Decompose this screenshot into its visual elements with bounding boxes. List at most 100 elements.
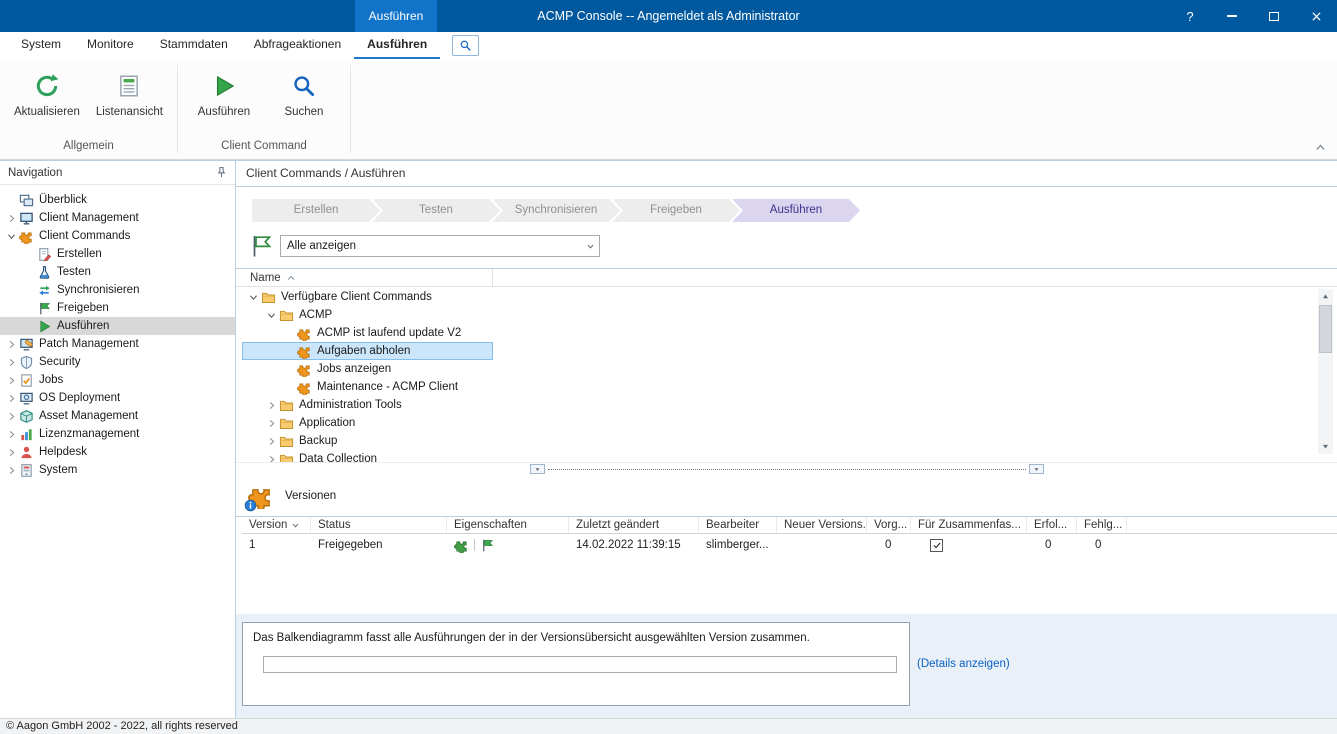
menu-search-button[interactable] — [452, 35, 479, 56]
chevron-right-icon[interactable] — [4, 463, 19, 478]
pin-icon[interactable] — [215, 166, 228, 179]
tree-row-jobs-anzeigen[interactable]: Jobs anzeigen — [242, 360, 493, 378]
folder-icon — [279, 308, 294, 323]
overview-icon — [19, 193, 34, 208]
chevron-right-icon[interactable] — [4, 211, 19, 226]
ribbon-button-listenansicht[interactable]: Listenansicht — [90, 71, 169, 120]
test-icon — [37, 265, 52, 280]
chevron-right-icon[interactable] — [4, 337, 19, 352]
menu-item-monitore[interactable]: Monitore — [74, 32, 147, 59]
versions-column-eigenschaften[interactable]: Eigenschaften — [447, 517, 569, 534]
versions-column-neuer-versions[interactable]: Neuer Versions... — [777, 517, 867, 534]
tree-row-acmp-ist-laufend-update-v2[interactable]: ACMP ist laufend update V2 — [242, 324, 493, 342]
versions-row[interactable]: 1Freigegeben14.02.2022 11:39:15slimberge… — [242, 534, 1337, 556]
expander-placeholder — [22, 301, 37, 316]
scrollbar-thumb[interactable] — [1319, 305, 1332, 353]
step-ausführen[interactable]: Ausführen — [732, 199, 860, 222]
chevron-right-icon[interactable] — [264, 434, 279, 449]
menu-item-stammdaten[interactable]: Stammdaten — [147, 32, 241, 59]
help-button[interactable]: ? — [1169, 0, 1211, 32]
menu-item-system[interactable]: System — [8, 32, 74, 59]
tree-row-backup[interactable]: Backup — [242, 432, 493, 450]
chevron-right-icon[interactable] — [4, 427, 19, 442]
step-freigeben[interactable]: Freigeben — [612, 199, 740, 222]
chevron-right-icon[interactable] — [264, 452, 279, 464]
tree-scrollbar[interactable] — [1318, 289, 1333, 454]
ribbon-button-ausführen[interactable]: Ausführen — [186, 71, 262, 120]
sidebar-item-label: Lizenzmanagement — [39, 428, 139, 440]
chevron-right-icon[interactable] — [4, 391, 19, 406]
scroll-down-button[interactable] — [1318, 439, 1333, 454]
menu-item-abfrageaktionen[interactable]: Abfrageaktionen — [241, 32, 354, 59]
versions-column-erfol[interactable]: Erfol... — [1027, 517, 1077, 534]
chevron-right-icon[interactable] — [264, 398, 279, 413]
chevron-right-icon[interactable] — [4, 373, 19, 388]
sidebar-item-client-commands[interactable]: Client Commands — [0, 227, 235, 245]
splitter-collapse-left-button[interactable] — [530, 464, 545, 474]
versions-column-version[interactable]: Version — [242, 517, 311, 534]
versions-column-bearbeiter[interactable]: Bearbeiter — [699, 517, 777, 534]
scroll-up-button[interactable] — [1318, 289, 1333, 304]
versions-column-vorg[interactable]: Vorg... — [867, 517, 911, 534]
expander-placeholder — [282, 344, 297, 359]
sidebar-item-helpdesk[interactable]: Helpdesk — [0, 443, 235, 461]
chevron-right-icon[interactable] — [4, 409, 19, 424]
sidebar-item-os-deployment[interactable]: OS Deployment — [0, 389, 235, 407]
chevron-down-icon[interactable] — [4, 229, 19, 244]
close-button[interactable] — [1295, 0, 1337, 32]
details-link[interactable]: (Details anzeigen) — [917, 658, 1010, 670]
sidebar-list: ÜberblickClient ManagementClient Command… — [0, 185, 235, 479]
sidebar-item-client-management[interactable]: Client Management — [0, 209, 235, 227]
tree-row-verfügbare-client-commands[interactable]: Verfügbare Client Commands — [242, 288, 493, 306]
sidebar-item-security[interactable]: Security — [0, 353, 235, 371]
minimize-button[interactable] — [1211, 0, 1253, 32]
sidebar-item-lizenzmanagement[interactable]: Lizenzmanagement — [0, 425, 235, 443]
sidebar-item-synchronisieren[interactable]: Synchronisieren — [0, 281, 235, 299]
versions-column-status[interactable]: Status — [311, 517, 447, 534]
step-testen[interactable]: Testen — [372, 199, 500, 222]
sidebar-item-system[interactable]: System — [0, 461, 235, 479]
tree-row-application[interactable]: Application — [242, 414, 493, 432]
client-management-icon — [19, 211, 34, 226]
sidebar-item-ausführen[interactable]: Ausführen — [0, 317, 235, 335]
puzzle-icon — [297, 344, 312, 359]
zusammenfassung-checkbox[interactable] — [930, 539, 943, 552]
ribbon-button-suchen[interactable]: Suchen — [266, 71, 342, 120]
step-synchronisieren[interactable]: Synchronisieren — [492, 199, 620, 222]
tree-row-administration-tools[interactable]: Administration Tools — [242, 396, 493, 414]
versions-column-fehlg[interactable]: Fehlg... — [1077, 517, 1127, 534]
titlebar-active-tab[interactable]: Ausführen — [355, 0, 437, 32]
sidebar-item-asset-management[interactable]: Asset Management — [0, 407, 235, 425]
versions-column-für-zusammenfas[interactable]: Für Zusammenfas... — [911, 517, 1027, 534]
splitter[interactable] — [236, 463, 1337, 475]
versions-section-header: Versionen — [236, 475, 1337, 517]
sidebar-item-patch-management[interactable]: Patch Management — [0, 335, 235, 353]
tree-row-aufgaben-abholen[interactable]: Aufgaben abholen — [242, 342, 493, 360]
filter-dropdown[interactable]: Alle anzeigen — [280, 235, 600, 257]
sidebar-item-überblick[interactable]: Überblick — [0, 191, 235, 209]
tree-column-name[interactable]: Name — [242, 269, 493, 286]
tree-row-maintenance-acmp-client[interactable]: Maintenance - ACMP Client — [242, 378, 493, 396]
chevron-right-icon[interactable] — [264, 416, 279, 431]
chevron-right-icon[interactable] — [4, 355, 19, 370]
splitter-collapse-right-button[interactable] — [1029, 464, 1044, 474]
main-area: Navigation ÜberblickClient ManagementCli… — [0, 160, 1337, 718]
sidebar-item-testen[interactable]: Testen — [0, 263, 235, 281]
dropdown-arrow[interactable] — [581, 236, 599, 256]
chevron-down-icon[interactable] — [246, 290, 261, 305]
sidebar-item-freigeben[interactable]: Freigeben — [0, 299, 235, 317]
expander-placeholder — [22, 247, 37, 262]
sidebar-item-jobs[interactable]: Jobs — [0, 371, 235, 389]
step-erstellen[interactable]: Erstellen — [252, 199, 380, 222]
tree-row-acmp[interactable]: ACMP — [242, 306, 493, 324]
menu-item-ausführen[interactable]: Ausführen — [354, 32, 440, 59]
tree-row-data-collection[interactable]: Data Collection — [242, 450, 493, 463]
chevron-down-icon[interactable] — [264, 308, 279, 323]
versions-column-zuletzt-geändert[interactable]: Zuletzt geändert — [569, 517, 699, 534]
maximize-button[interactable] — [1253, 0, 1295, 32]
workflow-steps: ErstellenTestenSynchronisierenFreigebenA… — [236, 187, 1337, 230]
chevron-right-icon[interactable] — [4, 445, 19, 460]
ribbon-collapse-button[interactable] — [1311, 140, 1329, 155]
sidebar-item-erstellen[interactable]: Erstellen — [0, 245, 235, 263]
ribbon-button-aktualisieren[interactable]: Aktualisieren — [8, 71, 86, 120]
